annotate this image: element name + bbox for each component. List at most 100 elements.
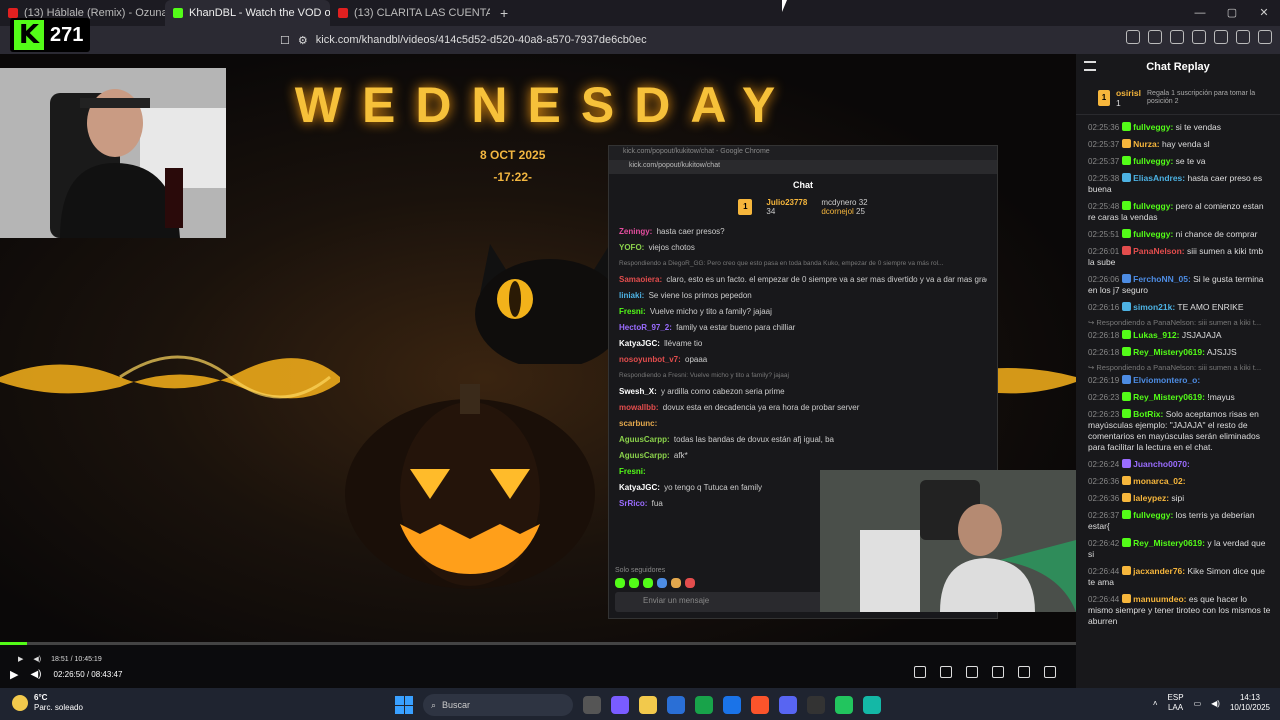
site-settings-icon[interactable]: ⚙ (298, 34, 308, 47)
miniplayer-icon[interactable] (966, 666, 978, 678)
theater-icon[interactable] (940, 666, 952, 678)
chat-username[interactable]: liniaki: (619, 291, 644, 300)
minimize-button[interactable]: — (1184, 0, 1216, 26)
settings-gear-icon[interactable] (1044, 666, 1056, 678)
discord-icon[interactable] (779, 696, 797, 714)
top-gifter-count: 34 (766, 207, 776, 216)
chat-username[interactable]: Fresni: (619, 467, 646, 476)
chat-username[interactable]: KatyaJGC: (619, 483, 660, 492)
replay-username[interactable]: laleypez: (1133, 493, 1169, 503)
replay-text: ni chance de comprar (1173, 229, 1258, 239)
tab-youtube-2[interactable]: (13) CLARITA LAS CUENTAS (330, 0, 490, 26)
language-indicator[interactable]: ESP LAA (1168, 693, 1184, 713)
replay-username[interactable]: Rey_Mistery0619: (1133, 347, 1205, 357)
clock[interactable]: 14:13 10/10/2025 (1230, 693, 1270, 713)
badge-icon (1122, 409, 1132, 418)
task-view-icon[interactable] (583, 696, 601, 714)
emote-icon[interactable] (615, 578, 625, 588)
badge-icon (1122, 566, 1132, 575)
shield-icon[interactable] (1236, 30, 1250, 44)
chat-username[interactable]: HectoR_97_2: (619, 323, 672, 332)
fullscreen-icon[interactable] (992, 666, 1004, 678)
copilot-icon[interactable] (611, 696, 629, 714)
url-text[interactable]: kick.com/khandbl/videos/414c5d52-d520-40… (316, 34, 647, 46)
speed-icon[interactable] (1018, 666, 1030, 678)
emote-icon[interactable] (657, 578, 667, 588)
sidebar-icon[interactable] (1170, 30, 1184, 44)
bookmark-icon[interactable]: ☐ (280, 34, 290, 47)
replay-username[interactable]: Elviomontero_o: (1133, 375, 1200, 385)
replay-username[interactable]: Rey_Mistery0619: (1133, 538, 1205, 548)
chat-text: Vuelve micho y tito a family? jajaaj (647, 307, 772, 316)
volume-tray-icon[interactable]: ◀) (1211, 699, 1220, 708)
xbox-icon[interactable] (695, 696, 713, 714)
viewer-count: 271 (50, 23, 84, 46)
emote-icon[interactable] (671, 578, 681, 588)
chat-message: Samaoiera: claro, esto es un facto. el e… (619, 272, 987, 288)
weather-widget[interactable]: 6°C Parc. soleado (12, 693, 83, 713)
app-icon[interactable] (807, 696, 825, 714)
replay-username[interactable]: FerchoNN_05: (1133, 274, 1191, 284)
extensions-icon[interactable] (1126, 30, 1140, 44)
replay-username[interactable]: fullveggy: (1133, 156, 1173, 166)
outlook-icon[interactable] (723, 696, 741, 714)
address-bar[interactable]: ☐ ⚙ kick.com/khandbl/videos/414c5d52-d52… (280, 29, 1000, 51)
replay-username[interactable]: Nurza: (1133, 139, 1159, 149)
tray-chevron-icon[interactable]: ˄ (1153, 699, 1158, 708)
replay-username[interactable]: fullveggy: (1133, 229, 1173, 239)
windows-start-icon[interactable] (395, 696, 413, 714)
chat-username[interactable]: AguusCarpp: (619, 451, 670, 460)
chat-username[interactable]: KatyaJGC: (619, 339, 660, 348)
replay-username[interactable]: simon21k: (1133, 302, 1175, 312)
chat-username[interactable]: Fresni: (619, 307, 646, 316)
badge-icon (1122, 510, 1132, 519)
chat-username[interactable]: AguusCarpp: (619, 435, 670, 444)
replay-username[interactable]: EliasAndres: (1133, 173, 1185, 183)
replay-username[interactable]: monarca_02: (1133, 476, 1185, 486)
chat-username[interactable]: Zeningy: (619, 227, 652, 236)
chat-username[interactable]: scarbunc: (619, 419, 657, 428)
replay-username[interactable]: fullveggy: (1133, 122, 1173, 132)
replay-username[interactable]: jacxander76: (1133, 566, 1185, 576)
whatsapp-icon[interactable] (835, 696, 853, 714)
collapse-chat-icon[interactable] (1084, 61, 1096, 71)
emote-icon[interactable] (643, 578, 653, 588)
reply-context: ↪ Respondiendo a PanaNelson: siii sumen … (1088, 318, 1262, 327)
brave-icon[interactable] (751, 696, 769, 714)
chat-username[interactable]: YOFO: (619, 243, 644, 252)
replay-username[interactable]: PanaNelson: (1133, 246, 1185, 256)
network-icon[interactable]: ▭ (1194, 699, 1202, 708)
chat-replay-header: Chat Replay (1076, 54, 1280, 80)
replay-username[interactable]: fullveggy: (1133, 201, 1173, 211)
leo-icon[interactable] (1214, 30, 1228, 44)
replay-username[interactable]: manuumdeo: (1133, 594, 1186, 604)
store-icon[interactable] (667, 696, 685, 714)
play-icon[interactable]: ▶ (10, 668, 18, 681)
replay-username[interactable]: fullveggy: (1133, 510, 1173, 520)
replay-username[interactable]: Lukas_912: (1133, 330, 1179, 340)
volume-icon[interactable]: ◀) (30, 669, 41, 680)
chat-username[interactable]: SrRico: (619, 499, 647, 508)
wallet-icon[interactable] (1192, 30, 1206, 44)
maximize-button[interactable]: ▢ (1216, 0, 1248, 26)
replay-username[interactable]: Rey_Mistery0619: (1133, 392, 1205, 402)
clip-icon[interactable] (914, 666, 926, 678)
replay-username[interactable]: Juancho0070: (1133, 459, 1190, 469)
progress-bar[interactable] (0, 642, 1076, 645)
chat-username[interactable]: nosoyunbot_v7: (619, 355, 681, 364)
music-icon[interactable] (1148, 30, 1162, 44)
menu-icon[interactable] (1258, 30, 1272, 44)
message-time: 02:25:38 (1088, 174, 1120, 183)
file-explorer-icon[interactable] (639, 696, 657, 714)
chat-username[interactable]: Samaoiera: (619, 275, 662, 284)
chat-username[interactable]: mowallbb: (619, 403, 659, 412)
emote-icon[interactable] (629, 578, 639, 588)
tab-kick[interactable]: KhanDBL - Watch the VOD on K ✕ (165, 0, 330, 26)
app-icon[interactable] (863, 696, 881, 714)
new-tab-button[interactable]: + (490, 5, 518, 21)
replay-username[interactable]: BotRix: (1133, 409, 1163, 419)
taskbar-search[interactable]: ⌕ Buscar (423, 694, 573, 716)
emote-icon[interactable] (685, 578, 695, 588)
chat-username[interactable]: Swesh_X: (619, 387, 657, 396)
close-window-button[interactable]: ✕ (1248, 0, 1280, 26)
